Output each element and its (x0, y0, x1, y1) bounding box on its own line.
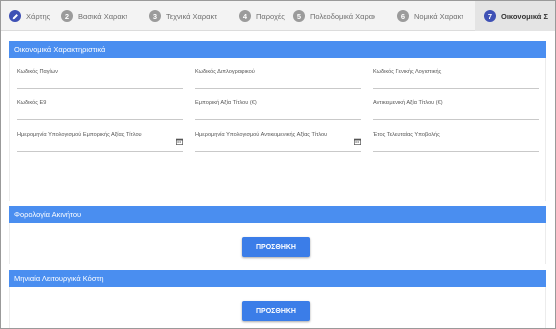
field-label: Κωδικός Παγίων (17, 69, 58, 75)
step-label: Οικονομικά Σ (501, 11, 548, 21)
add-monthly-cost-button[interactable]: ΠΡΟΣΘΗΚΗ (242, 301, 310, 321)
step-label: Πολεοδομικά Χαρακ (310, 11, 375, 21)
last-submission-year-field[interactable]: Έτος Τελευταίας Υποβολής (373, 130, 539, 152)
objective-value-date-field[interactable]: Ημερομηνία Υπολογισμού Αντικειμενικής Αξ… (195, 130, 361, 152)
monthly-costs-section-header: Μηνιαία Λειτουργικά Κόστη (9, 270, 546, 287)
step-legal[interactable]: 6 Νομικά Χαρακτ (397, 1, 463, 31)
e9-code-field[interactable]: Κωδικός Ε9 (17, 98, 183, 120)
step-technical[interactable]: 3 Τεχνικά Χαρακτ (149, 1, 219, 31)
field-label: Ημερομηνία Υπολογισμού Αντικειμενικής Αξ… (195, 132, 328, 138)
stepper: Χάρτης 2 Βασικά Χαρακτ 3 Τεχνικά Χαρακτ … (1, 1, 555, 31)
calendar-icon[interactable] (176, 138, 183, 145)
step-number: 7 (484, 10, 496, 22)
pencil-icon (9, 10, 21, 22)
step-number: 5 (293, 10, 305, 22)
step-label: Παροχές (256, 11, 285, 21)
objective-value-field[interactable]: Αντικειμενική Αξία Τίτλου (€) (373, 98, 539, 120)
financial-section-header: Οικονομικά Χαρακτηριστικά (9, 41, 546, 58)
market-value-field[interactable]: Εμπορική Αξία Τίτλου (€) (195, 98, 361, 120)
registry-code-field[interactable]: Κωδικός Διπλογραφικού (195, 67, 361, 89)
step-number: 6 (397, 10, 409, 22)
step-facilities[interactable]: 4 Παροχές (239, 1, 289, 31)
step-map[interactable]: Χάρτης (9, 1, 55, 31)
step-label: Βασικά Χαρακτ (78, 11, 127, 21)
step-label: Τεχνικά Χαρακτ (166, 11, 218, 21)
financial-panel (9, 41, 546, 201)
ledger-code-field[interactable]: Κωδικός Γενικής Λογιστικής (373, 67, 539, 89)
field-label: Κωδικός Ε9 (17, 100, 47, 106)
step-financial[interactable]: 7 Οικονομικά Σ (475, 1, 555, 31)
step-label: Χάρτης (26, 11, 51, 21)
app-frame: Χάρτης 2 Βασικά Χαρακτ 3 Τεχνικά Χαρακτ … (0, 0, 556, 329)
field-label: Έτος Τελευταίας Υποβολής (373, 132, 440, 138)
field-label: Αντικειμενική Αξία Τίτλου (€) (373, 100, 443, 106)
step-label: Νομικά Χαρακτ (414, 11, 463, 21)
step-urban-planning[interactable]: 5 Πολεοδομικά Χαρακ (293, 1, 375, 31)
step-number: 4 (239, 10, 251, 22)
step-number: 2 (61, 10, 73, 22)
field-label: Εμπορική Αξία Τίτλου (€) (195, 100, 257, 106)
calendar-icon[interactable] (354, 138, 361, 145)
property-tax-section-header: Φορολογία Ακινήτου (9, 206, 546, 223)
add-property-tax-button[interactable]: ΠΡΟΣΘΗΚΗ (242, 237, 310, 257)
field-label: Κωδικός Διπλογραφικού (195, 69, 255, 75)
field-label: Κωδικός Γενικής Λογιστικής (373, 69, 442, 75)
asset-code-field[interactable]: Κωδικός Παγίων (17, 67, 183, 89)
step-number: 3 (149, 10, 161, 22)
step-basic[interactable]: 2 Βασικά Χαρακτ (61, 1, 127, 31)
field-label: Ημερομηνία Υπολογισμού Εμπορικής Αξίας Τ… (17, 132, 142, 138)
market-value-date-field[interactable]: Ημερομηνία Υπολογισμού Εμπορικής Αξίας Τ… (17, 130, 183, 152)
